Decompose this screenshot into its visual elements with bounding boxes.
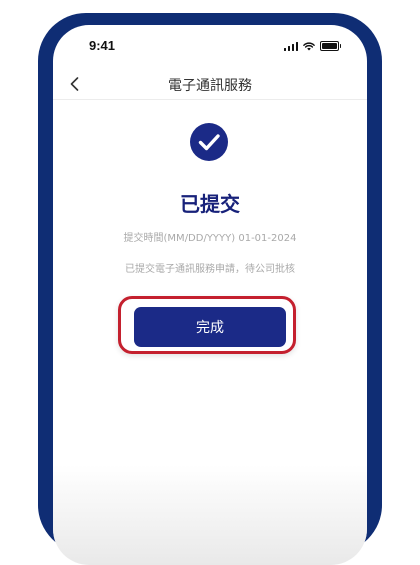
bottom-fade bbox=[53, 465, 367, 565]
done-button[interactable]: 完成 bbox=[134, 307, 286, 347]
page-title: 電子通訊服務 bbox=[168, 78, 252, 94]
wifi-icon bbox=[303, 41, 315, 50]
status-time: 9:41 bbox=[89, 38, 116, 53]
submit-time: 提交時間(MM/DD/YYYY) 01-01-2024 bbox=[123, 233, 297, 244]
signal-icon bbox=[283, 41, 298, 51]
status-message: 已提交電子通訊服務申請，待公司批核 bbox=[125, 264, 295, 275]
check-circle-icon bbox=[190, 123, 228, 161]
nav-bar: 電子通訊服務 bbox=[53, 69, 367, 100]
phone-screen: 9:41 電子通訊服務 已提交 提交時間(MM/DD/YYYY) 01-01-2… bbox=[53, 25, 367, 565]
battery-icon bbox=[320, 41, 341, 51]
status-bar: 9:41 bbox=[53, 25, 367, 65]
result-title: 已提交 bbox=[180, 192, 240, 216]
status-icons bbox=[283, 41, 341, 51]
